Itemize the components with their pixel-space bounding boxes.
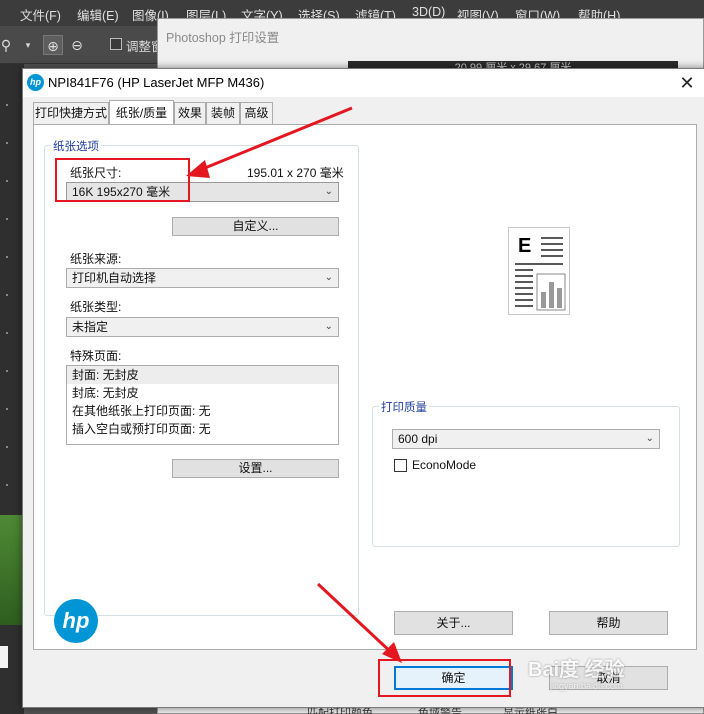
- tool-dropdown-icon[interactable]: ▾: [18, 35, 38, 55]
- paper-size-value: 195.01 x 270 毫米: [247, 166, 344, 180]
- tool-tick: [6, 142, 8, 144]
- dialog-title: NPI841F76 (HP LaserJet MFP M436): [48, 75, 265, 90]
- special-pages-label: 特殊页面:: [70, 349, 122, 363]
- document-preview-icon: E: [515, 235, 566, 311]
- paper-type-select[interactable]: 未指定 ⌄: [66, 317, 339, 337]
- tool-tick: [6, 180, 8, 182]
- tab-print-shortcuts[interactable]: 打印快捷方式: [33, 102, 109, 124]
- tool-tick: [6, 104, 8, 106]
- paper-source-label: 纸张来源:: [70, 252, 122, 266]
- print-quality-label: 打印质量: [379, 399, 429, 415]
- baidu-watermark: Bai度 经验: [528, 659, 625, 681]
- tab-effects[interactable]: 效果: [174, 102, 206, 124]
- close-icon[interactable]: ✕: [675, 71, 699, 95]
- paper-quality-panel: 纸张选项 纸张尺寸: 195.01 x 270 毫米 16K 195x270 毫…: [33, 124, 697, 650]
- ps-print-title: Photoshop 打印设置: [166, 31, 280, 45]
- help-button[interactable]: 帮助: [549, 611, 668, 635]
- paper-size-select[interactable]: 16K 195x270 毫米 ⌄: [66, 182, 339, 202]
- page-preview-image: E: [508, 227, 570, 315]
- printer-properties-dialog: hp NPI841F76 (HP LaserJet MFP M436) ✕ 打印…: [22, 68, 704, 708]
- paper-options-group: 纸张选项 纸张尺寸: 195.01 x 270 毫米 16K 195x270 毫…: [44, 138, 359, 616]
- tool-tick: [6, 332, 8, 334]
- preview-letter: E: [518, 235, 531, 257]
- ps-menu-3d[interactable]: 3D(D): [412, 5, 445, 19]
- zoom-tool-icon[interactable]: ⚲: [0, 35, 16, 55]
- list-item[interactable]: 封面: 无封皮: [67, 366, 338, 384]
- ok-button[interactable]: 确定: [394, 666, 513, 690]
- ps-menu-file[interactable]: 文件(F): [20, 5, 61, 24]
- zoom-in-icon[interactable]: ⊕: [43, 35, 63, 55]
- ps-adjust-checkbox[interactable]: [110, 38, 122, 50]
- tab-finishing[interactable]: 装帧: [206, 102, 240, 124]
- chevron-down-icon: ⌄: [324, 321, 333, 332]
- list-item[interactable]: 插入空白或预打印页面: 无: [67, 420, 338, 438]
- tool-tick: [6, 294, 8, 296]
- list-item[interactable]: 在其他纸张上打印页面: 无: [67, 402, 338, 420]
- paper-size-select-value: 16K 195x270 毫米: [72, 185, 171, 199]
- baidu-watermark-url: jingyan.baidu.com: [550, 681, 623, 691]
- zoom-out-icon[interactable]: ⊖: [67, 35, 87, 55]
- paper-type-label: 纸张类型:: [70, 300, 122, 314]
- hp-title-icon: hp: [27, 74, 44, 91]
- list-item[interactable]: 封底: 无封皮: [67, 384, 338, 402]
- paper-size-label: 纸张尺寸:: [70, 166, 122, 180]
- tool-tick: [6, 370, 8, 372]
- ps-menu-edit[interactable]: 编辑(E): [77, 5, 119, 24]
- print-quality-group: 打印质量 600 dpi ⌄ EconoMode: [372, 399, 680, 547]
- custom-size-button[interactable]: 自定义...: [172, 217, 339, 236]
- paper-source-select[interactable]: 打印机自动选择 ⌄: [66, 268, 339, 288]
- tab-advanced[interactable]: 高级: [240, 102, 273, 124]
- ps-color-swatch[interactable]: [0, 646, 8, 668]
- econo-mode-checkbox[interactable]: [394, 459, 407, 472]
- chevron-down-icon: ⌄: [645, 433, 654, 444]
- paper-source-select-value: 打印机自动选择: [72, 271, 157, 285]
- paper-type-select-value: 未指定: [72, 320, 109, 334]
- hp-logo: hp: [54, 599, 98, 643]
- paper-options-label: 纸张选项: [51, 138, 101, 154]
- tab-paper-quality[interactable]: 纸张/质量: [109, 100, 174, 124]
- about-button[interactable]: 关于...: [394, 611, 513, 635]
- chevron-down-icon: ⌄: [324, 186, 333, 197]
- ps-canvas-preview: [0, 515, 24, 625]
- special-pages-settings-button[interactable]: 设置...: [172, 459, 339, 478]
- econo-mode-label: EconoMode: [412, 458, 477, 472]
- tool-tick: [6, 218, 8, 220]
- print-quality-select[interactable]: 600 dpi ⌄: [392, 429, 660, 449]
- tool-tick: [6, 408, 8, 410]
- special-pages-list[interactable]: 封面: 无封皮 封底: 无封皮 在其他纸张上打印页面: 无 插入空白或预打印页面…: [66, 365, 339, 445]
- tool-tick: [6, 256, 8, 258]
- chevron-down-icon: ⌄: [324, 272, 333, 283]
- tool-tick: [6, 484, 8, 486]
- dialog-titlebar: hp NPI841F76 (HP LaserJet MFP M436) ✕: [23, 69, 704, 97]
- tool-tick: [6, 446, 8, 448]
- print-quality-select-value: 600 dpi: [398, 432, 438, 446]
